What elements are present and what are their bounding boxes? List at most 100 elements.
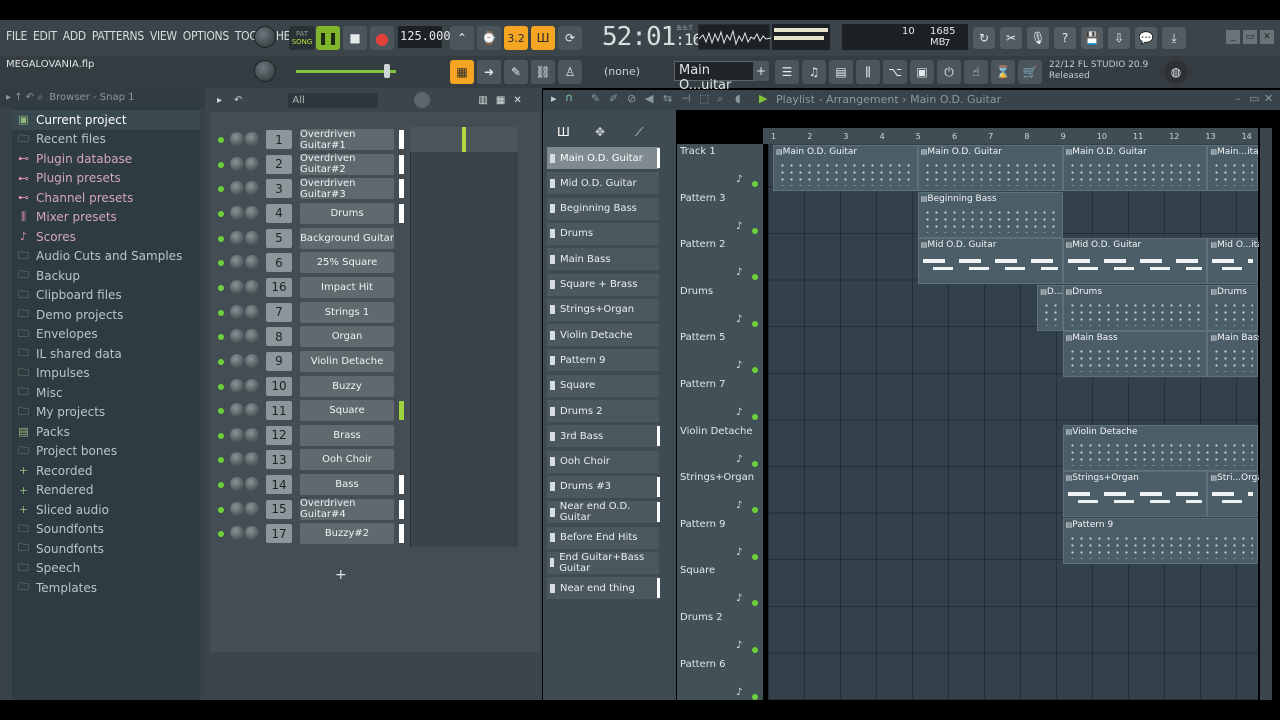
playlist-clip[interactable]: Stri...Organ — [1207, 471, 1259, 518]
playlist-clip[interactable]: Mid O.D. Guitar — [1062, 238, 1208, 285]
channel-select-indicator[interactable] — [399, 475, 404, 495]
browser-item[interactable]: 🗀 Soundfonts — [12, 520, 200, 540]
pat-song-toggle[interactable]: PAT SONG — [289, 26, 315, 50]
browser-item[interactable]: ⊷ Plugin presets — [12, 169, 200, 189]
mute-led[interactable] — [218, 334, 224, 341]
channel-name-button[interactable]: Violin Detache — [300, 350, 394, 372]
pan-knob[interactable] — [230, 427, 244, 442]
menu-edit[interactable]: EDIT — [33, 29, 57, 43]
channel-filter[interactable]: All — [288, 92, 379, 108]
magnet-icon[interactable]: ∩ — [565, 91, 573, 104]
playlist-clip[interactable]: Main O.D. Guitar — [773, 145, 918, 191]
track-enable-led[interactable] — [752, 693, 758, 700]
minimize-icon[interactable]: _ — [1226, 30, 1240, 44]
mixer-track-number[interactable]: 10 — [266, 376, 292, 396]
channel-select-indicator[interactable] — [399, 203, 404, 223]
mixer-track-number[interactable]: 16 — [266, 277, 292, 297]
mute-led[interactable] — [218, 284, 224, 291]
mixer-icon[interactable]: ⫼ — [856, 60, 880, 84]
save-icon[interactable]: 💾 — [1081, 27, 1103, 49]
playlist-clip[interactable]: Main Bass — [1207, 331, 1259, 378]
browser-item[interactable]: + Rendered — [12, 481, 200, 501]
volume-knob[interactable] — [245, 205, 259, 220]
pan-knob[interactable] — [230, 205, 244, 220]
swing-knob[interactable] — [414, 92, 431, 108]
pan-knob[interactable] — [230, 156, 244, 171]
close-icon[interactable]: ✕ — [1260, 30, 1274, 44]
channel-select-indicator[interactable] — [399, 499, 404, 519]
track-name[interactable]: Pattern 9 — [680, 519, 726, 530]
picker-audio-icon[interactable]: ✥ — [595, 125, 605, 139]
mute-led[interactable] — [218, 309, 224, 316]
mute-led[interactable] — [218, 383, 224, 390]
track-name[interactable]: Square — [680, 565, 715, 576]
playlist-close-icon[interactable]: ✕ — [1264, 92, 1273, 105]
mute-led[interactable] — [218, 137, 224, 143]
playlist-clip[interactable]: Main O.D. Guitar — [917, 145, 1063, 191]
track-name[interactable]: Pattern 2 — [680, 239, 726, 250]
mute-led[interactable] — [218, 358, 224, 365]
pan-knob[interactable] — [230, 452, 244, 467]
rack-menu-arrow-icon[interactable]: ▸ — [217, 95, 222, 106]
touch-icon[interactable]: ☝ — [964, 60, 988, 84]
channel-name-button[interactable]: Ooh Choir — [300, 449, 394, 471]
stop-button[interactable]: ■ — [343, 26, 367, 50]
piano-roll-icon[interactable]: ♫ — [802, 60, 826, 84]
channel-name-button[interactable]: Overdriven Guitar#1 — [300, 129, 394, 151]
mute-led[interactable] — [218, 210, 224, 217]
mixer-track-number[interactable]: 12 — [266, 425, 292, 445]
volume-knob[interactable] — [245, 501, 259, 516]
volume-knob[interactable] — [245, 526, 259, 541]
mute-led[interactable] — [218, 235, 224, 242]
master-pitch-knob[interactable] — [254, 26, 276, 48]
pan-knob[interactable] — [230, 329, 244, 344]
track-enable-led[interactable] — [752, 227, 758, 234]
track-name[interactable]: Violin Detache — [680, 426, 752, 437]
pattern-picker-item[interactable]: Mid O.D. Guitar — [547, 172, 659, 195]
chat-icon[interactable]: 💬 — [1135, 27, 1157, 49]
track-enable-led[interactable] — [752, 553, 758, 560]
mixer-track-number[interactable]: 14 — [266, 475, 292, 495]
browser-item[interactable]: 🗀 Speech — [12, 559, 200, 579]
pan-knob[interactable] — [230, 526, 244, 541]
mute-led[interactable] — [218, 161, 224, 168]
channel-name-button[interactable]: Buzzy — [300, 375, 394, 397]
volume-knob[interactable] — [245, 255, 259, 270]
browser-item[interactable]: 🗀 Envelopes — [12, 325, 200, 345]
pattern-picker-item[interactable]: Drums — [547, 222, 659, 245]
hourglass-icon[interactable]: ⌛ — [991, 60, 1015, 84]
picker-automation-icon[interactable]: ⟋ — [635, 125, 643, 140]
browser-item[interactable]: + Sliced audio — [12, 500, 200, 520]
pan-knob[interactable] — [230, 230, 244, 245]
browser-item[interactable]: 🗀 Demo projects — [12, 305, 200, 325]
pattern-picker-item[interactable]: Drums 2 — [547, 400, 659, 422]
globe-icon[interactable]: ◍ — [1164, 60, 1188, 84]
channel-name-button[interactable]: Overdriven Guitar#4 — [300, 498, 394, 520]
playlist-clip[interactable]: Mid O.D. Guitar — [917, 238, 1063, 285]
microphone-icon[interactable]: 🎙 — [1027, 27, 1049, 49]
pattern-picker-item[interactable]: Square + Brass — [547, 273, 659, 296]
plug-icon[interactable]: ⏻ — [937, 60, 961, 84]
mixer-track-number[interactable]: 7 — [266, 302, 292, 322]
slip-icon[interactable]: ⇆ — [663, 92, 672, 105]
channel-name-button[interactable]: Square — [300, 400, 394, 422]
browser-item[interactable]: ▣ Current project — [12, 110, 200, 130]
render-icon[interactable]: ⇩ — [1108, 27, 1130, 49]
menu-add[interactable]: ADD — [63, 29, 86, 43]
pattern-picker-item[interactable]: Pattern 9 — [547, 349, 659, 372]
volume-knob[interactable] — [245, 132, 259, 146]
cart-icon[interactable]: 🛒 — [1018, 60, 1042, 84]
add-channel-button[interactable]: + — [335, 567, 347, 583]
browser-item[interactable]: 🗀 Audio Cuts and Samples — [12, 247, 200, 267]
pattern-picker-item[interactable]: Main Bass — [547, 248, 659, 271]
timeline-ruler[interactable]: 1 2 3 4 5 6 7 8 9 10 11 12 13 14 — [763, 128, 1258, 144]
playlist-arrow-icon[interactable]: ▸ — [551, 92, 557, 105]
playlist-minimize-icon[interactable]: – — [1235, 92, 1241, 105]
volume-knob[interactable] — [245, 403, 259, 418]
volume-knob[interactable] — [245, 304, 259, 319]
pattern-picker-item[interactable]: Square — [547, 374, 659, 397]
step-edit-button[interactable]: Ш — [531, 26, 555, 50]
menu-file[interactable]: FILE — [6, 29, 27, 43]
help-icon[interactable]: ? — [1054, 27, 1076, 49]
master-volume-slider[interactable] — [296, 64, 396, 78]
